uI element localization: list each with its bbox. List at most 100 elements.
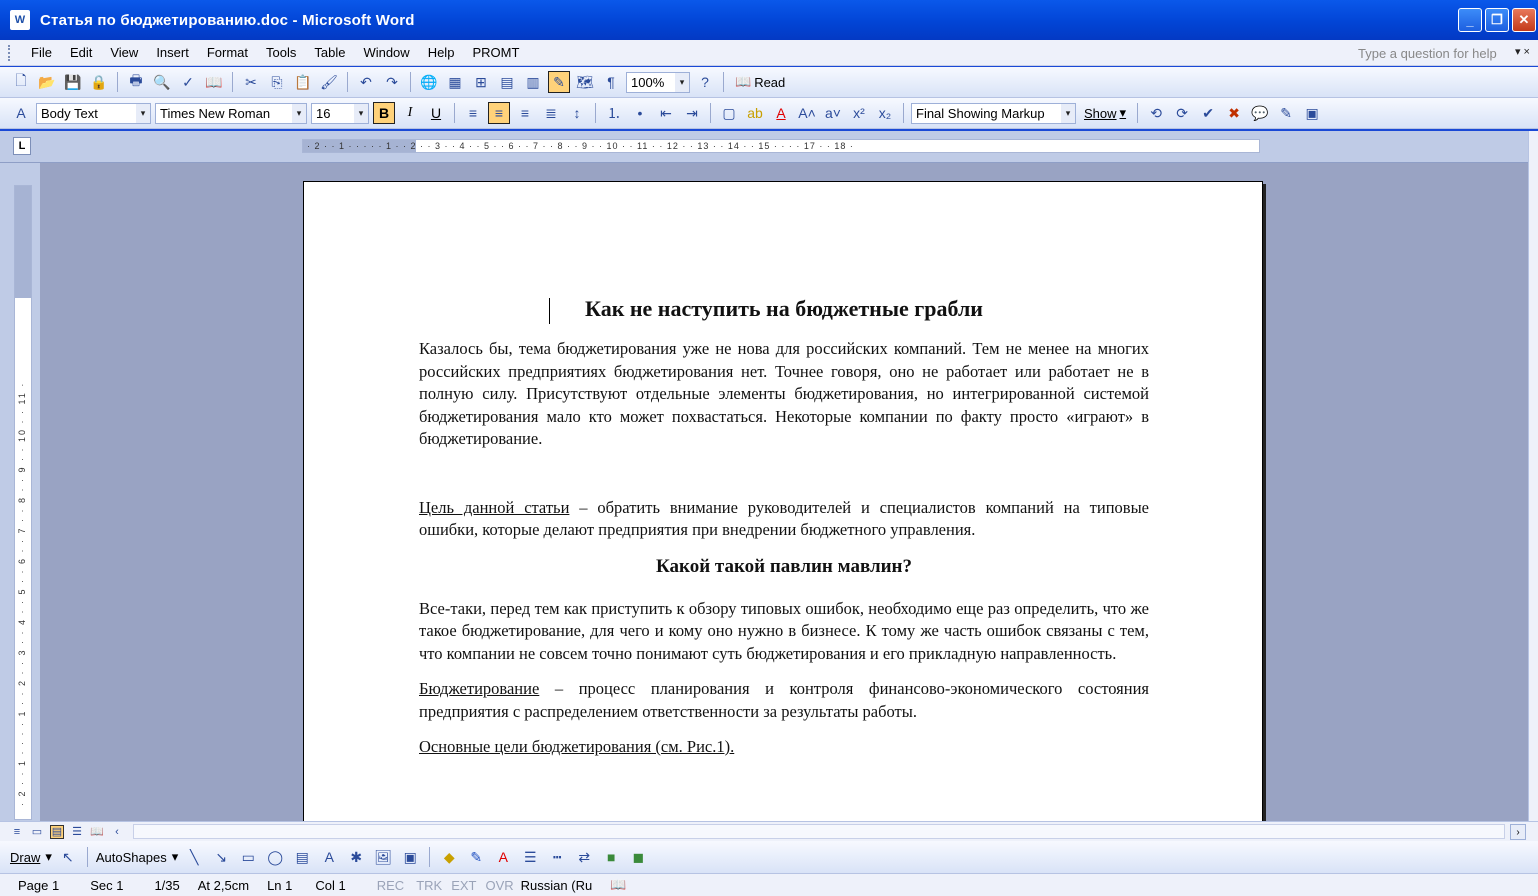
insert-table-icon[interactable]: ⊞ [470,71,492,93]
restore-button[interactable]: ❐ [1485,8,1509,32]
line-spacing-icon[interactable]: ↕ [566,102,588,124]
shrink-font-icon[interactable]: a˅ [822,102,844,124]
style-select[interactable]: Body Text ▾ [36,102,151,124]
grow-font-icon[interactable]: A˄ [796,102,818,124]
dash-style-icon[interactable]: ┅ [546,846,568,868]
clip-art-icon[interactable]: 🖼 [372,846,394,868]
spelling-icon[interactable]: ✓ [177,71,199,93]
chevron-down-icon[interactable]: ▾ [136,103,150,123]
align-left-icon[interactable]: ≡ [462,102,484,124]
show-hide-marks-icon[interactable]: ¶ [600,71,622,93]
horizontal-ruler[interactable]: · 2 · · 1 · · · · · 1 · · 2 · · 3 · · 4 … [302,139,1260,153]
rectangle-icon[interactable]: ▭ [237,846,259,868]
bullets-icon[interactable]: • [629,102,651,124]
scroll-right-icon[interactable]: › [1510,824,1526,840]
justify-icon[interactable]: ≣ [540,102,562,124]
print-icon[interactable]: 🖶 [125,71,147,93]
shadow-style-icon[interactable]: ■ [600,846,622,868]
open-folder-icon[interactable]: 📂 [36,71,58,93]
wordart-icon[interactable]: A [318,846,340,868]
paste-icon[interactable]: 📋 [292,71,314,93]
increase-indent-icon[interactable]: ⇥ [681,102,703,124]
subscript-icon[interactable]: x₂ [874,102,896,124]
format-painter-icon[interactable]: 🖌 [318,71,340,93]
reviewing-pane-icon[interactable]: ▣ [1301,102,1323,124]
horizontal-scroll-track[interactable] [133,824,1505,839]
align-center-icon[interactable]: ≡ [488,102,510,124]
minimize-button[interactable]: _ [1458,8,1482,32]
help-dropdown-icon[interactable]: ▾ × [1515,45,1530,58]
help-search-input[interactable]: Type a question for help [1350,43,1510,63]
highlight-icon[interactable]: ab [744,102,766,124]
arrow-icon[interactable]: ↘ [210,846,232,868]
fill-color-icon[interactable]: ◆ [438,846,460,868]
menu-window[interactable]: Window [354,45,418,60]
diagram-icon[interactable]: ✱ [345,846,367,868]
hyperlink-icon[interactable]: 🌐 [418,71,440,93]
select-objects-icon[interactable]: ↖ [57,846,79,868]
show-menu-button[interactable]: Show ▾ [1080,105,1130,121]
borders-icon[interactable]: ▢ [718,102,740,124]
reading-view-icon[interactable]: 📖 [90,825,104,839]
print-preview-icon[interactable]: 🔍 [151,71,173,93]
superscript-icon[interactable]: x² [848,102,870,124]
menu-tools[interactable]: Tools [257,45,305,60]
word-app-icon[interactable]: W [10,10,30,30]
autoshapes-menu-button[interactable]: AutoShapes [96,850,167,865]
font-size-select[interactable]: 16 ▾ [311,102,369,124]
chevron-down-icon[interactable]: ▾ [354,103,368,123]
zoom-select[interactable]: 100% ▾ [626,71,690,93]
permission-icon[interactable]: 🔒 [88,71,110,93]
research-icon[interactable]: 📖 [203,71,225,93]
web-view-icon[interactable]: ▭ [30,825,44,839]
chevron-down-icon[interactable]: ▾ [1061,103,1075,123]
3d-style-icon[interactable]: ◼ [627,846,649,868]
menu-help[interactable]: Help [419,45,464,60]
reject-change-icon[interactable]: ✖ [1223,102,1245,124]
font-color-icon[interactable]: A [770,102,792,124]
read-button[interactable]: 📖 Read [731,74,789,90]
font-color-icon[interactable]: A [492,846,514,868]
next-change-icon[interactable]: ⟳ [1171,102,1193,124]
drawing-toggle-icon[interactable]: ✎ [548,71,570,93]
numbering-icon[interactable]: ⒈ [603,102,625,124]
insert-comment-icon[interactable]: 💬 [1249,102,1271,124]
menu-table[interactable]: Table [305,45,354,60]
accept-change-icon[interactable]: ✔ [1197,102,1219,124]
print-layout-icon[interactable]: ▤ [50,824,64,839]
align-right-icon[interactable]: ≡ [514,102,536,124]
status-ext[interactable]: EXT [445,878,482,893]
toolbar-grip[interactable] [8,44,12,61]
redo-icon[interactable]: ↷ [381,71,403,93]
styles-icon[interactable]: A [10,102,32,124]
tab-selector[interactable]: L [13,137,31,155]
markup-select[interactable]: Final Showing Markup ▾ [911,102,1076,124]
document-body[interactable]: Как не наступить на бюджетные грабли Каз… [419,294,1149,759]
arrow-style-icon[interactable]: ⇄ [573,846,595,868]
italic-button[interactable]: I [399,102,421,124]
vertical-ruler[interactable]: · 2 · · 1 · · · · 1 · · 2 · · 3 · · 4 · … [14,185,32,820]
line-icon[interactable]: ╲ [183,846,205,868]
draw-menu-button[interactable]: Draw [10,850,40,865]
status-rec[interactable]: REC [355,878,413,893]
outline-view-icon[interactable]: ☰ [70,825,84,839]
line-color-icon[interactable]: ✎ [465,846,487,868]
menu-promt[interactable]: PROMT [463,45,528,60]
help-icon[interactable]: ? [694,71,716,93]
chevron-down-icon[interactable]: ▾ [292,103,306,123]
document-map-icon[interactable]: 🗺 [574,71,596,93]
menu-view[interactable]: View [101,45,147,60]
vertical-scrollbar[interactable] [1528,131,1538,821]
chevron-down-icon[interactable]: ▾ [675,72,689,92]
track-changes-icon[interactable]: ✎ [1275,102,1297,124]
new-document-icon[interactable]: 🗋 [10,71,32,93]
document-page[interactable]: Как не наступить на бюджетные грабли Каз… [303,181,1263,821]
insert-excel-icon[interactable]: ▤ [496,71,518,93]
status-ovr[interactable]: OVR [482,878,516,893]
menu-file[interactable]: File [22,45,61,60]
normal-view-icon[interactable]: ≡ [10,825,24,839]
picture-icon[interactable]: ▣ [399,846,421,868]
bold-button[interactable]: B [373,102,395,124]
text-box-icon[interactable]: ▤ [291,846,313,868]
save-icon[interactable]: 💾 [62,71,84,93]
